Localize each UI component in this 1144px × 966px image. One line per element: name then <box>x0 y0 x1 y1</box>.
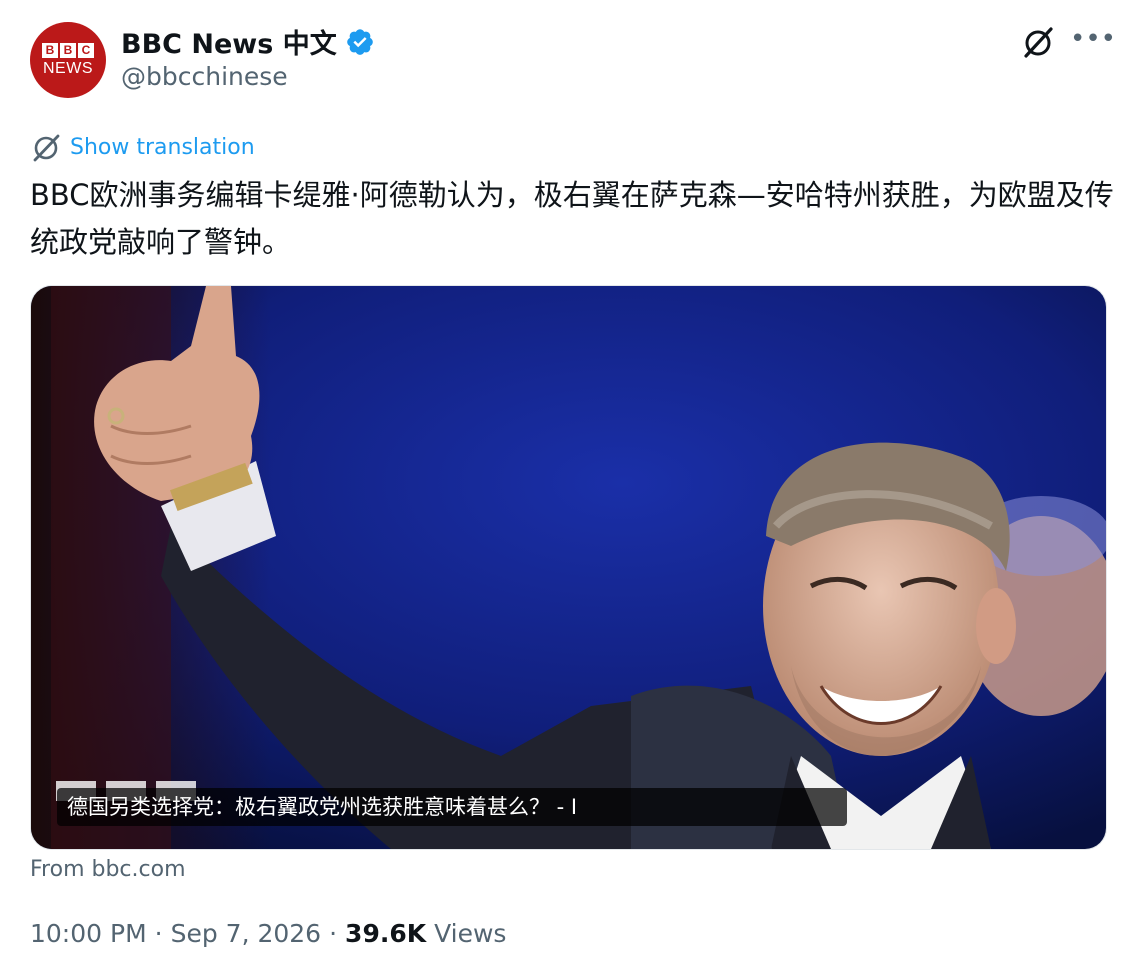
meta-separator: · <box>154 919 163 948</box>
verified-badge-icon <box>346 28 373 55</box>
author-name-row: BBC News 中文 <box>121 22 375 61</box>
bbc-letter: C <box>78 42 94 58</box>
media-caption: 德国另类选择党：极右翼政党州选获胜意味着甚么？ - I <box>57 788 847 826</box>
media-image[interactable]: 德国另类选择党：极右翼政党州选获胜意味着甚么？ - I <box>30 285 1107 850</box>
bbc-letter: B <box>60 42 76 58</box>
display-name[interactable]: BBC News 中文 <box>121 22 337 61</box>
tweet-text: BBC欧洲事务编辑卡缇雅·阿德勒认为，极右翼在萨克森—安哈特州获胜，为欧盟及传统… <box>30 178 1114 259</box>
views-label: Views <box>434 919 507 948</box>
show-translation-link[interactable]: Show translation <box>30 131 255 163</box>
media-photo <box>31 286 1106 849</box>
avatar[interactable]: B B C NEWS <box>30 22 106 98</box>
translate-icon <box>33 134 60 162</box>
bbc-logo-blocks: B B C <box>42 42 94 58</box>
bbc-letter: B <box>42 42 58 58</box>
views-count: 39.6K <box>345 919 427 948</box>
timestamp-date[interactable]: Sep 7, 2026 <box>171 919 322 948</box>
meta-separator: · <box>329 919 338 948</box>
grok-icon[interactable] <box>1020 24 1056 60</box>
tweet-meta: 10:00 PM · Sep 7, 2026 · 39.6K Views <box>30 919 506 948</box>
link-source[interactable]: From bbc.com <box>30 857 186 882</box>
more-icon[interactable]: ••• <box>1070 24 1116 58</box>
avatar-news-word: NEWS <box>43 59 93 77</box>
timestamp-time[interactable]: 10:00 PM <box>30 919 147 948</box>
show-translation-label: Show translation <box>70 134 255 160</box>
handle[interactable]: @bbcchinese <box>121 62 288 91</box>
